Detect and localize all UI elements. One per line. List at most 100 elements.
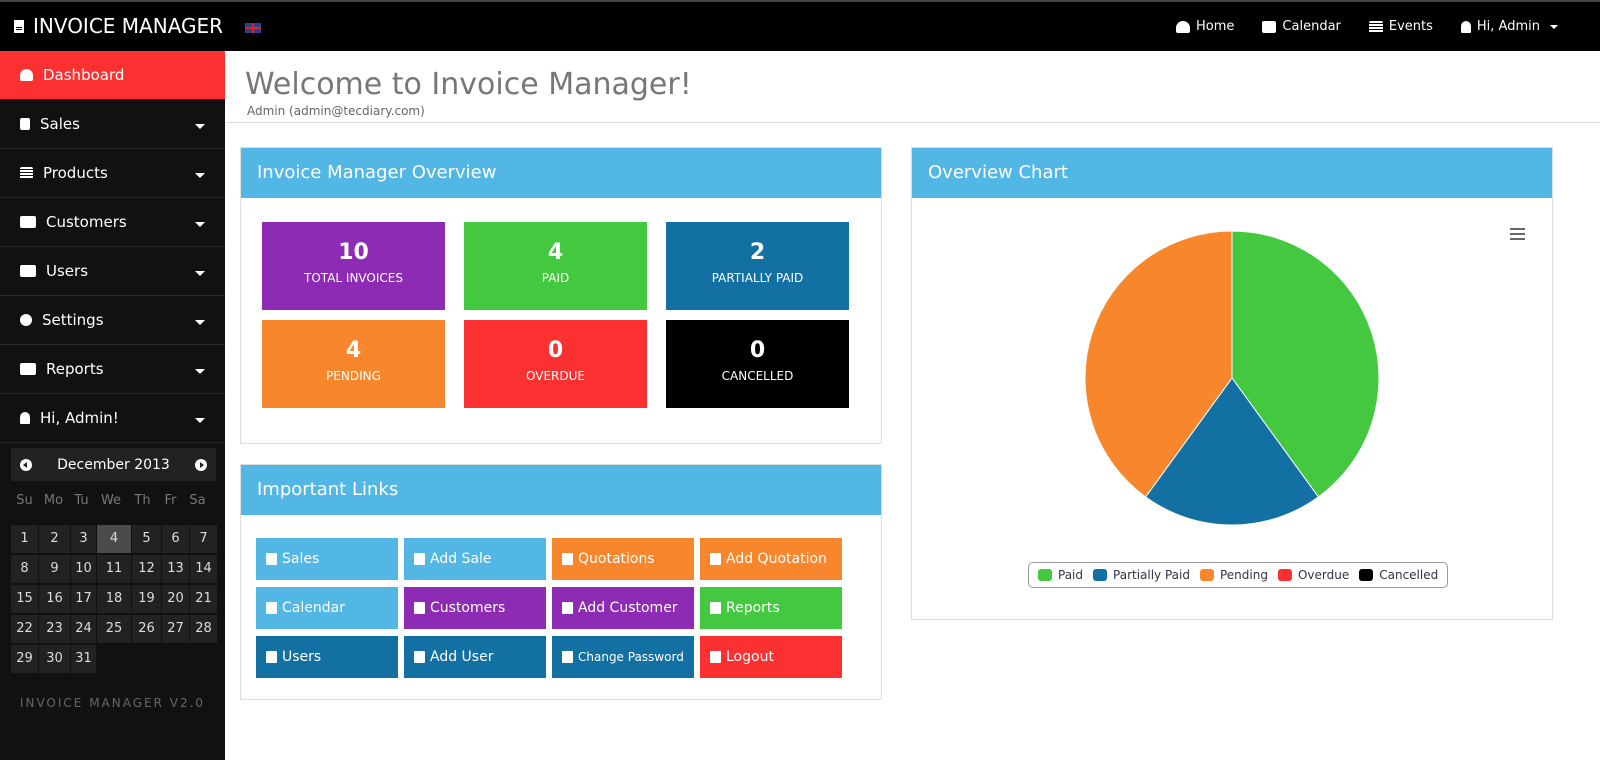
- weekday-label: Th: [134, 493, 151, 508]
- sidebar-item-sales[interactable]: Sales: [0, 100, 225, 149]
- stat-tile-partially-paid[interactable]: 2 PARTIALLY PAID: [666, 222, 849, 310]
- calendar-day[interactable]: 4: [97, 525, 131, 553]
- legend-swatch: [1038, 569, 1052, 581]
- calendar-day[interactable]: 9: [39, 555, 70, 583]
- link-label: Quotations: [578, 551, 655, 567]
- calendar-day[interactable]: 12: [132, 555, 161, 583]
- calendar-day[interactable]: 17: [71, 585, 96, 613]
- legend-item-paid[interactable]: Paid: [1038, 568, 1083, 582]
- calendar-day[interactable]: 22: [11, 615, 38, 643]
- calendar-day[interactable]: 15: [11, 585, 38, 613]
- stat-tile-total-invoices[interactable]: 10 TOTAL INVOICES: [262, 222, 445, 310]
- topnav-home-label: Home: [1196, 19, 1235, 34]
- link-add-sale[interactable]: Add Sale: [404, 538, 546, 580]
- calendar-day[interactable]: 16: [39, 585, 70, 613]
- calendar-day[interactable]: 14: [190, 555, 217, 583]
- link-quotations[interactable]: Quotations: [552, 538, 694, 580]
- calendar-day[interactable]: 23: [39, 615, 70, 643]
- sidebar-item-label: Products: [43, 164, 108, 182]
- sidebar-item-reports[interactable]: Reports: [0, 345, 225, 394]
- list-icon: [20, 167, 33, 179]
- calendar-day[interactable]: 8: [11, 555, 38, 583]
- calendar-day[interactable]: 1: [11, 525, 38, 553]
- link-calendar[interactable]: Calendar: [256, 587, 398, 629]
- caret-down-icon: [195, 418, 205, 423]
- hamburger-menu-icon[interactable]: [1510, 228, 1525, 243]
- link-customers[interactable]: Customers: [404, 587, 546, 629]
- link-sales[interactable]: Sales: [256, 538, 398, 580]
- legend-item-pending[interactable]: Pending: [1199, 568, 1268, 582]
- chevron-left-icon[interactable]: [20, 458, 32, 471]
- uk-flag-icon[interactable]: [245, 23, 261, 33]
- calendar-days: 1 2 3 4 5 6 7 8 9 10 11 12 13 14 15 16 17 18 19 20 21 22 23 24 2…: [11, 525, 217, 673]
- calendar-day[interactable]: 28: [190, 615, 217, 643]
- link-users[interactable]: Users: [256, 636, 398, 678]
- topnav-events[interactable]: Events: [1368, 19, 1433, 34]
- sidebar-item-products[interactable]: Products: [0, 149, 225, 198]
- topnav-user-menu[interactable]: Hi, Admin: [1460, 19, 1558, 34]
- calendar-day[interactable]: 3: [71, 525, 96, 553]
- link-add-quotation[interactable]: Add Quotation: [700, 538, 842, 580]
- link-logout[interactable]: Logout: [700, 636, 842, 678]
- calendar-day[interactable]: 29: [11, 645, 38, 673]
- important-links-panel: Important Links Sales Add Sale Quotations A…: [240, 464, 882, 700]
- legend-item-overdue[interactable]: Overdue: [1277, 568, 1349, 582]
- stat-tile-cancelled[interactable]: 0 CANCELLED: [666, 320, 849, 408]
- stat-tile-pending[interactable]: 4 PENDING: [262, 320, 445, 408]
- stat-label: OVERDUE: [526, 369, 585, 383]
- calendar-day[interactable]: 2: [39, 525, 70, 553]
- link-label: Customers: [430, 600, 506, 616]
- link-reports[interactable]: Reports: [700, 587, 842, 629]
- calendar-day[interactable]: 18: [97, 585, 131, 613]
- link-add-customer[interactable]: Add Customer: [552, 587, 694, 629]
- calendar-day[interactable]: 27: [162, 615, 189, 643]
- calendar-day[interactable]: 19: [132, 585, 161, 613]
- legend-item-cancelled[interactable]: Cancelled: [1359, 568, 1438, 582]
- caret-down-icon: [195, 124, 205, 129]
- sidebar-item-settings[interactable]: Settings: [0, 296, 225, 345]
- sidebar-item-dashboard[interactable]: Dashboard: [0, 51, 225, 100]
- legend-item-partially-paid[interactable]: Partially Paid: [1093, 568, 1190, 582]
- topnav-calendar[interactable]: Calendar: [1262, 19, 1341, 34]
- top-nav: Home Calendar Events Hi, Admin: [1176, 19, 1558, 34]
- user-icon: [562, 602, 573, 614]
- calendar-day[interactable]: 10: [71, 555, 96, 583]
- calendar-day[interactable]: 24: [71, 615, 96, 643]
- top-navbar: INVOICE MANAGER Home Calendar Events Hi,…: [0, 0, 1600, 51]
- sidebar-item-user[interactable]: Hi, Admin!: [0, 394, 225, 443]
- calendar-day[interactable]: 6: [162, 525, 189, 553]
- stat-label: PAID: [541, 271, 570, 285]
- calendar-day[interactable]: 25: [97, 615, 131, 643]
- sidebar-item-label: Dashboard: [43, 66, 125, 84]
- weekday-label: Tu: [74, 493, 89, 508]
- calendar-day[interactable]: 11: [97, 555, 131, 583]
- calendar-day[interactable]: 31: [71, 645, 96, 673]
- legend-swatch: [1093, 569, 1108, 581]
- mini-calendar: December 2013 Su Mo Tu We Th Fr Sa 1 2 3 4 5 6 7 8 9 10…: [11, 448, 217, 673]
- link-add-user[interactable]: Add User: [404, 636, 546, 678]
- stat-tile-overdue[interactable]: 0 OVERDUE: [464, 320, 647, 408]
- link-label: Users: [282, 649, 322, 665]
- logout-icon: [710, 651, 721, 663]
- user-info: Admin (admin@tecdiary.com): [247, 104, 425, 118]
- caret-down-icon: [195, 320, 205, 325]
- calendar-day[interactable]: 26: [132, 615, 161, 643]
- main-content: Welcome to Invoice Manager! Admin (admin…: [226, 51, 1600, 760]
- calendar-day[interactable]: 7: [190, 525, 217, 553]
- link-grid: Sales Add Sale Quotations Add Quotation Cale…: [256, 538, 842, 678]
- sidebar-item-customers[interactable]: Customers: [0, 198, 225, 247]
- calendar-day[interactable]: 30: [39, 645, 70, 673]
- calendar-day[interactable]: 5: [132, 525, 161, 553]
- chevron-right-icon[interactable]: [195, 458, 207, 471]
- calendar-day[interactable]: 20: [162, 585, 189, 613]
- topnav-home[interactable]: Home: [1176, 19, 1234, 34]
- calendar-day[interactable]: 21: [190, 585, 217, 613]
- stat-tile-paid[interactable]: 4 PAID: [464, 222, 647, 310]
- sidebar-item-label: Reports: [46, 360, 104, 378]
- users-icon: [20, 265, 36, 277]
- sidebar-item-users[interactable]: Users: [0, 247, 225, 296]
- calendar-day[interactable]: 13: [162, 555, 189, 583]
- link-label: Add Customer: [578, 600, 678, 616]
- link-change-password[interactable]: Change Password: [552, 636, 694, 678]
- brand[interactable]: INVOICE MANAGER: [14, 14, 223, 38]
